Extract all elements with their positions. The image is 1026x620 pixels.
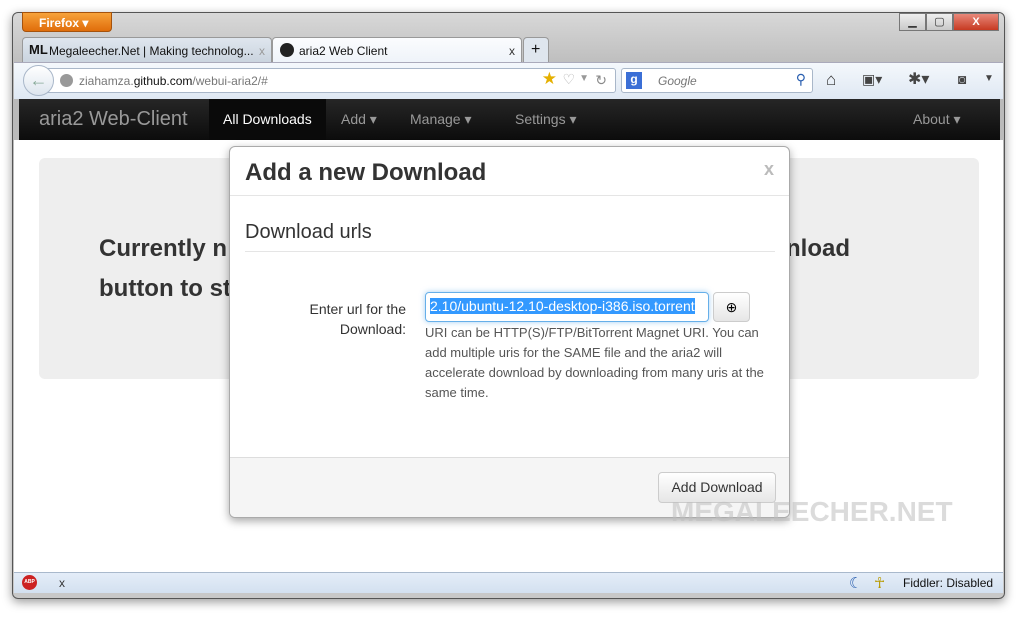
brand[interactable]: aria2 Web-Client xyxy=(25,99,202,140)
new-tab-button[interactable]: + xyxy=(523,37,549,63)
adblock-icon[interactable]: ABP xyxy=(22,575,37,590)
tab-title: Megaleecher.Net | Making technolog... xyxy=(49,44,254,58)
tab-aria2[interactable]: aria2 Web Client x xyxy=(272,37,522,63)
search-input[interactable]: g Google ⚲ xyxy=(621,68,813,93)
url-prefix: ziahamza. xyxy=(79,74,134,88)
add-url-button[interactable]: ⊕ xyxy=(713,292,750,322)
url-domain: github.com xyxy=(133,74,193,88)
url-input[interactable]: 2.10/ubuntu-12.10-desktop-i386.iso.torre… xyxy=(425,292,709,322)
firefox-label: Firefox xyxy=(39,16,80,30)
minimize-button[interactable]: ▁ xyxy=(899,13,926,31)
modal-close-button[interactable]: x xyxy=(764,159,774,180)
globe-icon xyxy=(60,74,73,87)
bookmark-star-icon[interactable]: ★ xyxy=(542,69,557,89)
fiddler-status[interactable]: Fiddler: Disabled xyxy=(903,576,993,590)
search-placeholder: Google xyxy=(658,74,697,88)
hero-text-line1-end: nload xyxy=(786,235,850,262)
hero-text-line2: button to st xyxy=(99,275,231,302)
status-bar: ABP x ☾ ☥ Fiddler: Disabled xyxy=(14,572,1003,593)
menu-dropdown-icon[interactable]: ▼ xyxy=(984,73,994,84)
tab-close-icon[interactable]: x xyxy=(509,44,515,58)
close-window-button[interactable]: X xyxy=(953,13,999,31)
help-text: URI can be HTTP(S)/FTP/BitTorrent Magnet… xyxy=(425,325,764,400)
tab-megaleecher[interactable]: ML Megaleecher.Net | Making technolog...… xyxy=(22,37,272,63)
label-line: Download: xyxy=(339,321,406,337)
url-path: /webui-aria2/# xyxy=(192,74,268,88)
google-icon[interactable]: g xyxy=(626,72,642,89)
addon-icon[interactable]: ✱▾ xyxy=(908,69,929,89)
add-download-modal: Add a new Download x Download urls Enter… xyxy=(229,146,790,518)
tab-title: aria2 Web Client xyxy=(299,44,388,58)
pocket-icon[interactable]: ♡ xyxy=(562,71,575,88)
section-title: Download urls xyxy=(245,221,372,243)
url-field-label: Enter url for the Download: xyxy=(270,299,407,339)
reload-icon[interactable]: ↻ xyxy=(595,72,607,89)
nav-all-downloads[interactable]: All Downloads xyxy=(209,99,326,140)
tab-close-icon[interactable]: x xyxy=(259,44,265,58)
pocket-toolbar-icon[interactable]: ◙ xyxy=(958,71,966,87)
nav-about[interactable]: About ▾ xyxy=(899,99,975,140)
megaleecher-favicon: ML xyxy=(29,42,48,57)
maximize-button[interactable]: ▢ xyxy=(926,13,953,31)
hero-text-line1: Currently n xyxy=(99,235,228,262)
search-icon[interactable]: ⚲ xyxy=(796,71,806,88)
nav-add[interactable]: Add ▾ xyxy=(327,99,391,140)
nav-manage[interactable]: Manage ▾ xyxy=(396,99,486,140)
divider xyxy=(230,195,789,196)
firefox-menu-button[interactable]: Firefox ▾ xyxy=(22,12,112,32)
url-bar[interactable]: ziahamza.github.com/webui-aria2/# ↻ ▼ ♡ … xyxy=(24,68,616,93)
bookmarks-icon[interactable]: ▣▾ xyxy=(862,71,882,88)
modal-title: Add a new Download xyxy=(245,159,487,186)
home-icon[interactable]: ⌂ xyxy=(826,70,836,90)
dropdown-icon[interactable]: ▼ xyxy=(579,73,589,84)
url-input-value: 2.10/ubuntu-12.10-desktop-i386.iso.torre… xyxy=(430,298,695,314)
plus-circle-icon: ⊕ xyxy=(725,299,738,315)
divider xyxy=(245,251,775,252)
label-line: Enter url for the xyxy=(309,301,407,317)
watermark: MEGALEECHER.NET xyxy=(671,496,953,527)
refresh-addon-icon[interactable]: ☾ xyxy=(849,574,862,592)
github-favicon xyxy=(280,43,294,57)
back-button[interactable]: ← xyxy=(23,65,54,96)
ankh-icon[interactable]: ☥ xyxy=(874,574,885,592)
nav-settings[interactable]: Settings ▾ xyxy=(501,99,591,140)
status-close-icon[interactable]: x xyxy=(59,576,65,590)
